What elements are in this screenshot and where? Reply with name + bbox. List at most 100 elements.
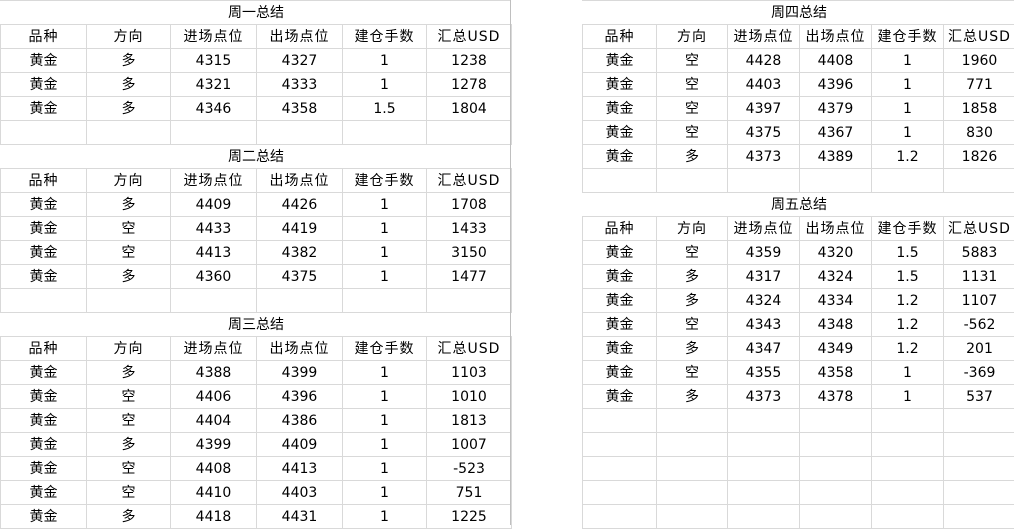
table-cell[interactable]: 多	[657, 337, 728, 361]
blank-cell[interactable]	[944, 481, 1014, 505]
table-cell[interactable]: 多	[657, 145, 728, 169]
blank-cell[interactable]	[800, 457, 872, 481]
column-header[interactable]: 建仓手数	[872, 217, 944, 241]
column-header[interactable]: 方向	[657, 217, 728, 241]
blank-cell[interactable]	[728, 409, 800, 433]
table-cell[interactable]: 4396	[800, 73, 872, 97]
column-header[interactable]: 出场点位	[257, 169, 343, 193]
table-cell[interactable]: 黄金	[583, 385, 657, 409]
table-cell[interactable]: 4321	[171, 73, 257, 97]
table-cell[interactable]: 1960	[944, 49, 1014, 73]
table-cell[interactable]: -369	[944, 361, 1014, 385]
table-cell[interactable]: 4355	[728, 361, 800, 385]
column-header[interactable]: 汇总USD	[427, 169, 512, 193]
table-cell[interactable]: 空	[657, 313, 728, 337]
table-cell[interactable]: 黄金	[1, 409, 87, 433]
blank-cell[interactable]	[657, 409, 728, 433]
table-cell[interactable]: 4428	[728, 49, 800, 73]
table-cell[interactable]: 4388	[171, 361, 257, 385]
table-cell[interactable]: 1	[872, 49, 944, 73]
blank-cell[interactable]	[87, 121, 171, 145]
table-cell[interactable]: 空	[87, 385, 171, 409]
column-header[interactable]: 方向	[87, 169, 171, 193]
table-cell[interactable]: 1.5	[872, 265, 944, 289]
table-cell[interactable]: 4408	[171, 457, 257, 481]
blank-cell[interactable]	[583, 433, 657, 457]
table-cell[interactable]: 771	[944, 73, 1014, 97]
table-cell[interactable]: 黄金	[583, 337, 657, 361]
table-cell[interactable]: 黄金	[1, 385, 87, 409]
table-cell[interactable]: 黄金	[1, 361, 87, 385]
blank-cell[interactable]	[583, 481, 657, 505]
blank-cell[interactable]	[343, 289, 427, 313]
table-cell[interactable]: 1.2	[872, 313, 944, 337]
table-cell[interactable]: 空	[657, 121, 728, 145]
column-header[interactable]: 出场点位	[257, 25, 343, 49]
table-cell[interactable]: 4386	[257, 409, 343, 433]
table-cell[interactable]: 537	[944, 385, 1014, 409]
table-cell[interactable]: 1	[343, 385, 427, 409]
table-cell[interactable]: 黄金	[583, 265, 657, 289]
table-cell[interactable]: 751	[427, 481, 512, 505]
table-cell[interactable]: 黄金	[583, 145, 657, 169]
table-cell[interactable]: 4396	[257, 385, 343, 409]
blank-cell[interactable]	[872, 481, 944, 505]
table-cell[interactable]: 4404	[171, 409, 257, 433]
blank-cell[interactable]	[171, 289, 257, 313]
table-cell[interactable]: 1	[872, 361, 944, 385]
table-cell[interactable]: 1	[343, 433, 427, 457]
column-header[interactable]: 方向	[87, 25, 171, 49]
table-cell[interactable]: 多	[87, 265, 171, 289]
table-cell[interactable]: 黄金	[1, 49, 87, 73]
column-header[interactable]: 建仓手数	[343, 169, 427, 193]
blank-cell[interactable]	[257, 289, 343, 313]
table-cell[interactable]: 1433	[427, 217, 512, 241]
table-cell[interactable]: 黄金	[1, 97, 87, 121]
column-header[interactable]: 品种	[583, 25, 657, 49]
table-cell[interactable]: 1278	[427, 73, 512, 97]
table-cell[interactable]: 1.2	[872, 289, 944, 313]
table-cell[interactable]: 1	[872, 385, 944, 409]
table-cell[interactable]: 4315	[171, 49, 257, 73]
blank-cell[interactable]	[657, 433, 728, 457]
blank-cell[interactable]	[872, 409, 944, 433]
table-cell[interactable]: 4360	[171, 265, 257, 289]
column-header[interactable]: 进场点位	[728, 25, 800, 49]
blank-cell[interactable]	[800, 409, 872, 433]
table-cell[interactable]: 1103	[427, 361, 512, 385]
table-cell[interactable]: 黄金	[583, 73, 657, 97]
table-cell[interactable]: 多	[87, 361, 171, 385]
table-cell[interactable]: 1.2	[872, 145, 944, 169]
table-cell[interactable]: 4358	[257, 97, 343, 121]
table-cell[interactable]: 4399	[257, 361, 343, 385]
table-cell[interactable]: 4413	[171, 241, 257, 265]
table-cell[interactable]: 4320	[800, 241, 872, 265]
table-cell[interactable]: 4433	[171, 217, 257, 241]
section-title[interactable]: 周三总结	[1, 313, 512, 337]
column-header[interactable]: 进场点位	[171, 337, 257, 361]
table-cell[interactable]: 4347	[728, 337, 800, 361]
table-cell[interactable]: 1007	[427, 433, 512, 457]
table-cell[interactable]: 1804	[427, 97, 512, 121]
table-cell[interactable]: 4419	[257, 217, 343, 241]
blank-cell[interactable]	[657, 169, 728, 193]
section-title[interactable]: 周五总结	[583, 193, 1014, 217]
table-cell[interactable]: 多	[87, 49, 171, 73]
table-cell[interactable]: 1826	[944, 145, 1014, 169]
table-cell[interactable]: 空	[657, 97, 728, 121]
table-cell[interactable]: 4359	[728, 241, 800, 265]
blank-cell[interactable]	[427, 121, 512, 145]
table-cell[interactable]: 4382	[257, 241, 343, 265]
table-cell[interactable]: 黄金	[1, 193, 87, 217]
blank-cell[interactable]	[944, 457, 1014, 481]
table-cell[interactable]: 空	[657, 241, 728, 265]
table-cell[interactable]: 4397	[728, 97, 800, 121]
table-cell[interactable]: 4403	[728, 73, 800, 97]
table-cell[interactable]: 4375	[257, 265, 343, 289]
table-cell[interactable]: 1	[872, 121, 944, 145]
blank-cell[interactable]	[944, 169, 1014, 193]
blank-cell[interactable]	[583, 409, 657, 433]
table-cell[interactable]: 4375	[728, 121, 800, 145]
table-cell[interactable]: 1	[343, 265, 427, 289]
table-cell[interactable]: -562	[944, 313, 1014, 337]
